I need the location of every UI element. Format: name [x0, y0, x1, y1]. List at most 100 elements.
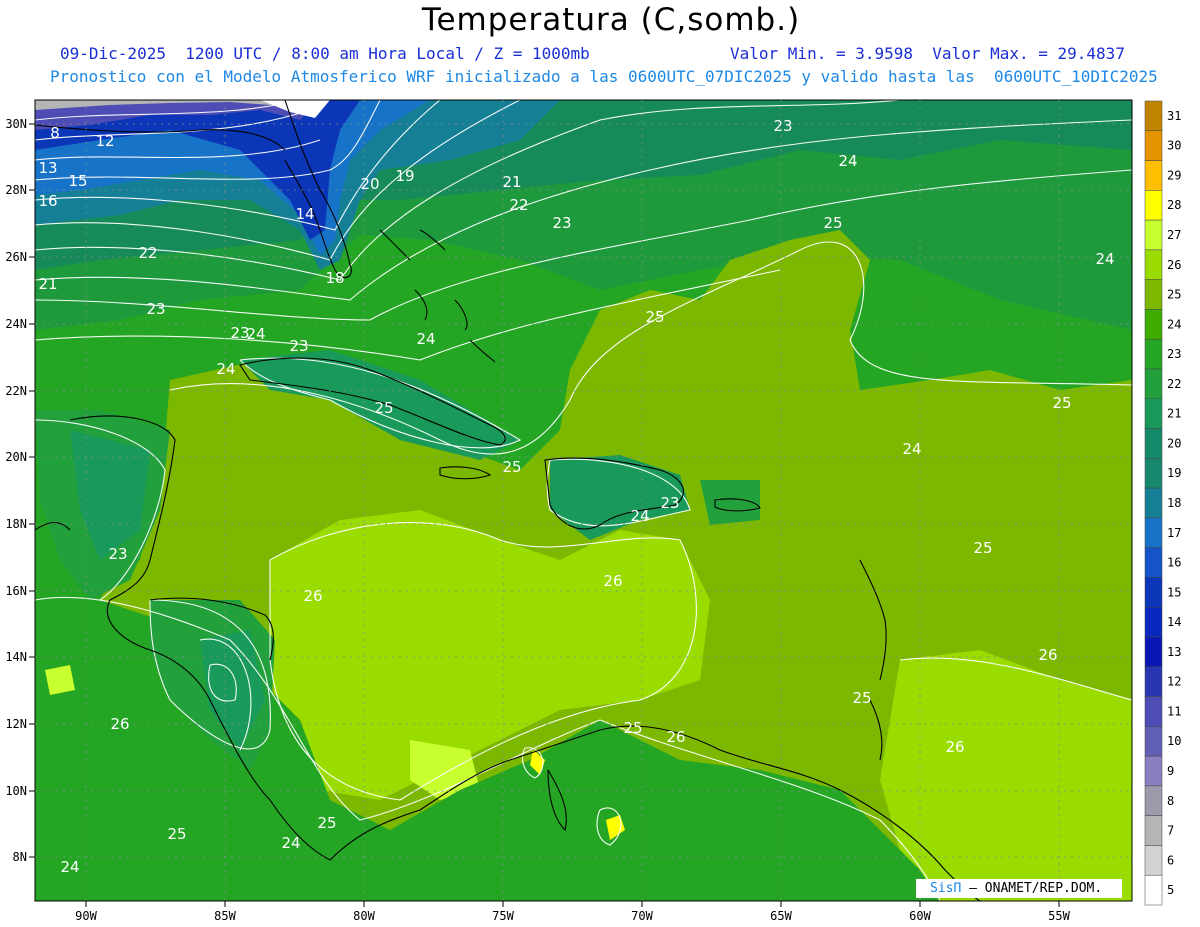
contour-label: 16: [38, 192, 57, 210]
contour-label: 23: [230, 324, 249, 342]
colorbar-swatch: [1144, 547, 1163, 578]
lat-label: 26N: [5, 250, 27, 264]
contour-label: 25: [823, 214, 842, 232]
contour-label: 26: [110, 715, 129, 733]
temperature-map: 90W 85W 80W 75W 70W 65W 60W 55W 30N 28N 26N 24N 22N…: [5, 99, 1181, 923]
lon-label: 65W: [770, 909, 792, 923]
longitude-axis: 90W 85W 80W 75W 70W 65W 60W 55W: [75, 901, 1071, 923]
colorbar-label: 29: [1167, 168, 1181, 182]
colorbar-swatch: [1144, 368, 1163, 400]
colorbar-swatch: [1144, 755, 1163, 787]
contour-label: 8: [50, 124, 60, 142]
colorbar-swatch: [1144, 160, 1163, 191]
contour-label: 25: [1052, 394, 1071, 412]
contour-label: 25: [374, 399, 393, 417]
credit-box: SisΠ – ONAMET/REP.DOM.: [916, 879, 1122, 898]
colorbar-swatch: [1144, 458, 1163, 489]
contour-label: 25: [623, 719, 642, 737]
colorbar-label: 27: [1167, 228, 1181, 242]
contour-label: 24: [838, 152, 857, 170]
colorbar-label: 28: [1167, 198, 1181, 212]
contour-label: 15: [68, 172, 87, 190]
colorbar-swatch: [1144, 874, 1163, 906]
sispi-logo: SisΠ: [930, 881, 962, 896]
colorbar-label: 18: [1167, 496, 1181, 510]
colorbar-label: 25: [1167, 288, 1181, 302]
colorbar-label: 16: [1167, 556, 1181, 570]
lat-label: 16N: [5, 584, 27, 598]
credit-org: – ONAMET/REP.DOM.: [969, 881, 1103, 896]
contour-label: 14: [295, 205, 314, 223]
lat-label: 8N: [13, 850, 27, 864]
contour-label: 25: [973, 539, 992, 557]
lon-label: 75W: [492, 909, 514, 923]
colorbar: 31 30 29 28 27 26 25 24 23 22 21 20 19 18 17 16 15 14 13 12…: [1144, 100, 1181, 906]
contour-label: 25: [317, 814, 336, 832]
colorbar-label: 24: [1167, 317, 1181, 331]
colorbar-label: 21: [1167, 407, 1181, 421]
contour-label: 26: [603, 572, 622, 590]
contour-label: 26: [303, 587, 322, 605]
colorbar-label: 9: [1167, 764, 1174, 778]
contour-label: 24: [902, 440, 921, 458]
colorbar-label: 12: [1167, 675, 1181, 689]
contour-label: 19: [395, 167, 414, 185]
lat-label: 24N: [5, 317, 27, 331]
contour-label: 25: [852, 689, 871, 707]
colorbar-swatch: [1144, 338, 1163, 370]
lat-label: 10N: [5, 784, 27, 798]
contour-label: 24: [281, 834, 300, 852]
colorbar-label: 11: [1167, 704, 1181, 718]
colorbar-swatch: [1144, 398, 1163, 429]
latitude-axis: 30N 28N 26N 24N 22N 20N 18N 16N 14N 12N 10N 8N: [5, 117, 35, 864]
lon-label: 55W: [1048, 909, 1070, 923]
colorbar-swatch: [1144, 636, 1163, 668]
colorbar-label: 30: [1167, 139, 1181, 153]
colorbar-swatch: [1144, 815, 1163, 846]
colorbar-label: 26: [1167, 258, 1181, 272]
contour-label: 21: [502, 173, 521, 191]
contour-label: 22: [509, 196, 528, 214]
contour-label: 23: [108, 545, 127, 563]
contour-label: 24: [1095, 250, 1114, 268]
contour-label: 24: [216, 360, 235, 378]
lat-label: 20N: [5, 450, 27, 464]
lat-label: 22N: [5, 384, 27, 398]
lon-label: 90W: [75, 909, 97, 923]
colorbar-label: 17: [1167, 526, 1181, 540]
colorbar-swatch: [1144, 606, 1163, 638]
colorbar-label: 5: [1167, 883, 1174, 897]
colorbar-swatch: [1144, 577, 1163, 608]
colorbar-swatch: [1144, 726, 1163, 757]
colorbar-swatch: [1144, 487, 1163, 519]
contour-label: 24: [630, 507, 649, 525]
contour-label: 18: [325, 269, 344, 287]
colorbar-swatch: [1144, 309, 1163, 340]
colorbar-swatch: [1144, 845, 1163, 876]
contour-label: 23: [773, 117, 792, 135]
colorbar-swatch: [1144, 249, 1163, 280]
colorbar-swatch: [1144, 696, 1163, 727]
lon-label: 60W: [909, 909, 931, 923]
colorbar-swatch: [1144, 279, 1163, 310]
contour-label: 12: [95, 132, 114, 150]
lon-label: 85W: [214, 909, 236, 923]
contour-label: 25: [502, 458, 521, 476]
contour-label: 23: [146, 300, 165, 318]
colorbar-swatch: [1144, 190, 1163, 221]
contour-label: 26: [1038, 646, 1057, 664]
lon-label: 80W: [353, 909, 375, 923]
contour-label: 23: [289, 337, 308, 355]
colorbar-label: 15: [1167, 585, 1181, 599]
colorbar-label: 10: [1167, 734, 1181, 748]
lat-label: 30N: [5, 117, 27, 131]
colorbar-swatch: [1144, 130, 1163, 161]
lat-label: 14N: [5, 650, 27, 664]
lat-label: 18N: [5, 517, 27, 531]
contour-label: 25: [645, 308, 664, 326]
colorbar-swatch: [1144, 666, 1163, 697]
contour-label: 24: [416, 330, 435, 348]
contour-label: 23: [552, 214, 571, 232]
contour-label: 20: [360, 175, 379, 193]
colorbar-swatch: [1144, 428, 1163, 459]
